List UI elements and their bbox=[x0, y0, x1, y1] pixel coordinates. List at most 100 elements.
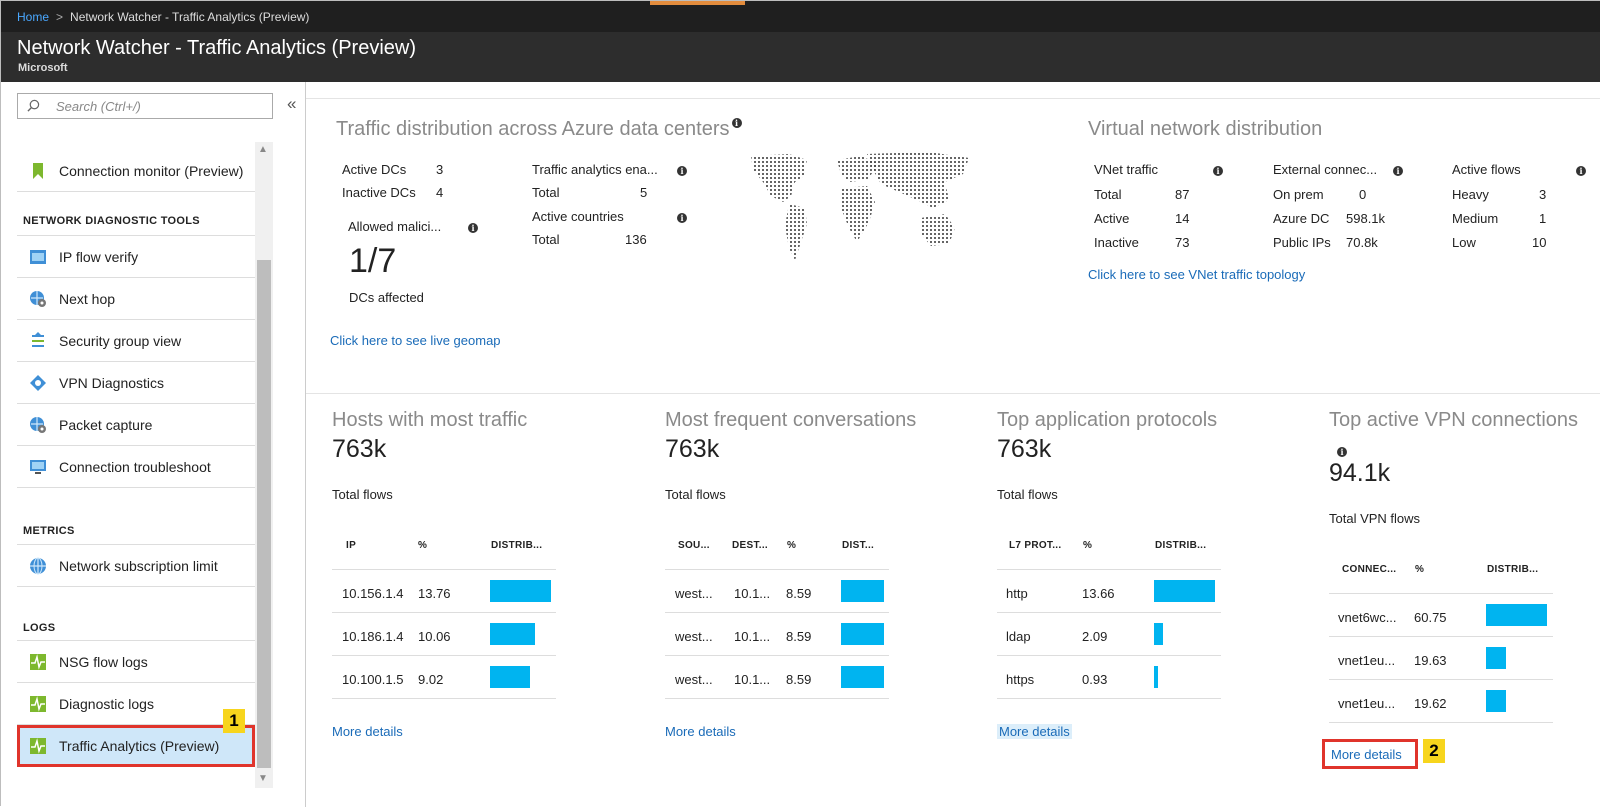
info-icon[interactable]: i bbox=[468, 223, 478, 233]
breadcrumb-home-link[interactable]: Home bbox=[17, 10, 49, 24]
sidebar-item-label: Connection monitor (Preview) bbox=[59, 163, 244, 179]
active-countries-label: Active countries bbox=[532, 209, 624, 224]
info-icon[interactable]: i bbox=[677, 213, 687, 223]
monitor-icon bbox=[30, 460, 46, 474]
vpn-title: Top active VPN connections bbox=[1329, 409, 1579, 431]
sidebar-item-label: Packet capture bbox=[59, 417, 153, 433]
sidebar-item-vpn-diagnostics[interactable]: VPN Diagnostics bbox=[17, 362, 255, 404]
low-label: Low bbox=[1452, 235, 1476, 250]
scrollbar-thumb[interactable] bbox=[257, 260, 271, 768]
public-ips-label: Public IPs bbox=[1273, 235, 1331, 250]
vnet-inactive-value: 73 bbox=[1175, 235, 1190, 250]
sidebar-item-label: Diagnostic logs bbox=[59, 696, 154, 712]
on-prem-value: 0 bbox=[1359, 187, 1367, 202]
sidebar-item-diagnostic-logs[interactable]: Diagnostic logs bbox=[17, 683, 255, 725]
active-dcs-label: Active DCs bbox=[342, 162, 407, 177]
column-header: L7 PROT... bbox=[1009, 540, 1062, 551]
column-header: DISTRIB... bbox=[491, 540, 543, 551]
on-prem-label: On prem bbox=[1273, 187, 1324, 202]
table-cell: 8.59 bbox=[786, 672, 812, 687]
collapse-sidebar-button[interactable]: « bbox=[287, 94, 296, 114]
column-header: % bbox=[1415, 564, 1425, 575]
distribution-bar bbox=[490, 580, 551, 602]
info-icon[interactable]: i bbox=[1576, 166, 1586, 176]
vpn-more-details-link[interactable]: More details bbox=[1322, 739, 1418, 769]
sidebar-item-network-subscription-limit[interactable]: Network subscription limit bbox=[17, 545, 255, 587]
vpn-total-label: Total VPN flows bbox=[1329, 511, 1421, 526]
vnet-topology-link[interactable]: Click here to see VNet traffic topology bbox=[1088, 267, 1305, 282]
hosts-total-label: Total flows bbox=[332, 487, 393, 502]
divider bbox=[665, 569, 889, 570]
table-cell: 9.02 bbox=[418, 672, 444, 687]
table-cell: 8.59 bbox=[786, 586, 812, 601]
scroll-up-icon[interactable]: ▲ bbox=[258, 144, 268, 155]
distribution-bar bbox=[841, 580, 884, 602]
traffic-distribution-title: Traffic distribution across Azure data c… bbox=[336, 118, 742, 141]
table-cell: 10.100.1.5 bbox=[342, 672, 404, 687]
dcs-affected-label: DCs affected bbox=[349, 290, 424, 305]
inactive-dcs-label: Inactive DCs bbox=[342, 185, 416, 200]
vpn-icon bbox=[30, 375, 46, 391]
list-icon bbox=[32, 332, 44, 347]
hosts-total-value: 763k bbox=[332, 435, 387, 463]
page-title: Network Watcher - Traffic Analytics (Pre… bbox=[17, 37, 416, 59]
sidebar-item-next-hop[interactable]: Next hop bbox=[17, 278, 255, 320]
info-icon[interactable]: i bbox=[731, 118, 742, 128]
section-heading-network-diagnostic-tools: NETWORK DIAGNOSTIC TOOLS bbox=[23, 215, 200, 227]
vpn-total-value: 94.1k bbox=[1329, 459, 1391, 487]
divider bbox=[997, 655, 1221, 656]
ip-flow-icon bbox=[30, 250, 46, 264]
activity-log-icon bbox=[30, 696, 46, 712]
distribution-bar bbox=[1486, 690, 1506, 712]
info-icon[interactable]: i bbox=[1393, 166, 1403, 176]
divider bbox=[306, 393, 1600, 394]
info-icon[interactable]: i bbox=[677, 166, 687, 176]
vnet-inactive-label: Inactive bbox=[1094, 235, 1139, 250]
blade-header: Network Watcher - Traffic Analytics (Pre… bbox=[1, 32, 1600, 82]
sidebar-item-connection-monitor[interactable]: Connection monitor (Preview) bbox=[17, 150, 255, 192]
table-cell: vnet1eu... bbox=[1338, 696, 1396, 711]
allowed-malicious-label: Allowed malici... bbox=[348, 219, 442, 234]
column-header: DISTRIB... bbox=[1487, 564, 1539, 575]
page-subtitle: Microsoft bbox=[18, 62, 68, 74]
traffic-analytics-enabled-label: Traffic analytics ena... bbox=[532, 162, 658, 177]
info-icon[interactable]: i bbox=[1213, 166, 1223, 176]
live-geomap-link[interactable]: Click here to see live geomap bbox=[330, 333, 501, 348]
table-cell: 2.09 bbox=[1082, 629, 1108, 644]
search-input[interactable]: Search (Ctrl+/) bbox=[17, 93, 273, 119]
conversations-more-details-link[interactable]: More details bbox=[665, 724, 736, 739]
scroll-down-icon[interactable]: ▼ bbox=[258, 773, 268, 784]
divider bbox=[1329, 679, 1553, 680]
sidebar-item-nsg-flow-logs[interactable]: NSG flow logs bbox=[17, 641, 255, 683]
breadcrumb-current: Network Watcher - Traffic Analytics (Pre… bbox=[70, 10, 310, 24]
sidebar-item-label: Security group view bbox=[59, 333, 182, 349]
medium-value: 1 bbox=[1539, 211, 1547, 226]
sidebar-item-label: IP flow verify bbox=[59, 249, 139, 265]
hosts-more-details-link[interactable]: More details bbox=[332, 724, 403, 739]
conversations-total-label: Total flows bbox=[665, 487, 726, 502]
callout-badge-1: 1 bbox=[223, 709, 245, 733]
info-icon[interactable]: i bbox=[1337, 447, 1347, 457]
sidebar-item-ip-flow-verify[interactable]: IP flow verify bbox=[17, 236, 255, 278]
sidebar: Search (Ctrl+/) « Connection monitor (Pr… bbox=[1, 82, 306, 807]
sidebar-item-traffic-analytics[interactable]: Traffic Analytics (Preview) bbox=[17, 725, 255, 767]
table-cell: 19.63 bbox=[1414, 653, 1447, 668]
protocols-more-details-link[interactable]: More details bbox=[997, 724, 1072, 739]
sidebar-scrollbar[interactable]: ▲ ▼ bbox=[255, 142, 273, 788]
globe-gear-icon bbox=[30, 291, 46, 307]
protocols-title: Top application protocols bbox=[997, 409, 1218, 431]
vnet-active-label: Active bbox=[1094, 211, 1130, 226]
app-window: Home > Network Watcher - Traffic Analytics… bbox=[0, 0, 1600, 807]
active-flows-label: Active flows bbox=[1452, 162, 1521, 177]
world-map-image bbox=[751, 152, 969, 260]
external-connections-label: External connec... bbox=[1273, 162, 1378, 177]
table-cell: 0.93 bbox=[1082, 672, 1108, 687]
sidebar-item-connection-troubleshoot[interactable]: Connection troubleshoot bbox=[17, 446, 255, 488]
sidebar-item-packet-capture[interactable]: Packet capture bbox=[17, 404, 255, 446]
activity-log-icon bbox=[30, 654, 46, 670]
sidebar-item-security-group-view[interactable]: Security group view bbox=[17, 320, 255, 362]
section-heading-metrics: METRICS bbox=[23, 525, 75, 537]
heavy-label: Heavy bbox=[1452, 187, 1489, 202]
sidebar-item-label: Network subscription limit bbox=[59, 558, 218, 574]
azure-dc-value: 598.1k bbox=[1346, 211, 1386, 226]
